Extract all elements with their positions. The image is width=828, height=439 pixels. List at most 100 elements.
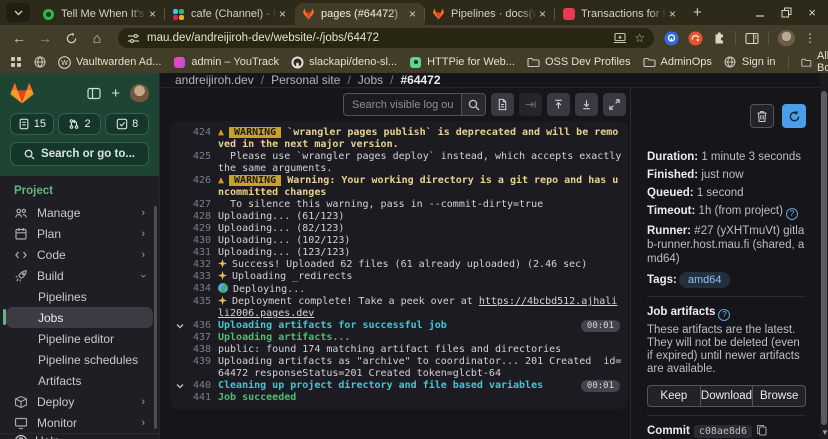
sidebar-item-pipelines[interactable]: Pipelines: [6, 286, 153, 307]
tab-close-icon[interactable]: ×: [147, 7, 158, 21]
sidebar-item-pipeline-editor[interactable]: Pipeline editor: [6, 328, 153, 349]
sidebar-help-button[interactable]: Help: [0, 433, 159, 439]
log-line-number[interactable]: 433: [190, 271, 218, 283]
log-line-number[interactable]: 426: [190, 175, 218, 187]
tab-close-icon[interactable]: ×: [537, 7, 548, 21]
bookmark-6[interactable]: Sign in: [718, 56, 782, 69]
bookmark-5[interactable]: AdminOps: [637, 56, 718, 69]
log-section-header[interactable]: Uploading artifacts for successful job: [218, 320, 447, 331]
sidebar-item-manage[interactable]: Manage›: [6, 202, 153, 223]
log-line-number[interactable]: 429: [190, 223, 218, 235]
send-to-device-icon[interactable]: [613, 32, 627, 44]
browser-profile-avatar[interactable]: [778, 30, 795, 47]
tab-search-button[interactable]: [6, 3, 30, 22]
erase-job-log-button[interactable]: [750, 104, 774, 128]
log-line-number[interactable]: 435: [190, 296, 218, 308]
all-bookmarks-button[interactable]: All Bookmarks: [788, 50, 828, 74]
log-line-number[interactable]: 439: [190, 356, 218, 368]
log-search-input[interactable]: [343, 93, 461, 116]
sidebar-item-artifacts[interactable]: Artifacts: [6, 370, 153, 391]
back-button[interactable]: ←: [8, 30, 30, 46]
artifacts-help-icon[interactable]: ?: [718, 309, 730, 321]
fullscreen-button[interactable]: [603, 93, 626, 116]
log-line-number[interactable]: 424: [190, 127, 218, 139]
bookmark-3[interactable]: HTTPie for Web...: [403, 56, 521, 69]
bookmark-0[interactable]: WVaultwarden Ad...: [52, 56, 167, 69]
log-line-number[interactable]: 434: [190, 283, 218, 295]
wrap-lines-button[interactable]: [519, 93, 542, 116]
sidebar-item-deploy[interactable]: Deploy›: [6, 391, 153, 412]
site-settings-icon[interactable]: [127, 32, 140, 45]
onepassword-extension-icon[interactable]: [664, 31, 679, 46]
breadcrumb-project[interactable]: Personal site: [271, 73, 340, 87]
scrollbar-down-arrow[interactable]: ▼: [821, 428, 828, 437]
browser-tab-3[interactable]: Pipelines · docs(website):×: [425, 3, 555, 25]
gitlab-logo[interactable]: [10, 82, 34, 104]
tab-close-icon[interactable]: ×: [667, 7, 678, 21]
counter-todos[interactable]: 8: [105, 113, 149, 135]
browser-menu-icon[interactable]: ⋮: [804, 31, 816, 45]
show-raw-log-button[interactable]: [491, 93, 514, 116]
collapse-section-icon[interactable]: [170, 380, 190, 391]
download-button[interactable]: Download: [700, 385, 754, 407]
close-window-button[interactable]: ×: [808, 5, 816, 20]
sidebar-toggle-icon[interactable]: [87, 87, 101, 100]
bookmark-2[interactable]: slackapi/deno-sl...: [285, 56, 403, 69]
breadcrumb-group[interactable]: andreijiroh.dev: [175, 73, 254, 87]
browser-tab-4[interactable]: Transactions for High Sea×: [555, 3, 685, 25]
tab-close-icon[interactable]: ×: [277, 7, 288, 21]
address-bar[interactable]: mau.dev/andreijiroh-dev/website/-/jobs/6…: [118, 28, 654, 48]
restore-button[interactable]: [781, 7, 792, 18]
sidebar-item-build[interactable]: Build›: [6, 265, 153, 286]
page-scrollbar-thumb[interactable]: [821, 91, 827, 425]
timeout-help-icon[interactable]: ?: [786, 208, 798, 220]
globe-icon[interactable]: [34, 56, 46, 69]
log-line-number[interactable]: 431: [190, 247, 218, 259]
browser-tab-2[interactable]: pages (#64472) · Jobs · an×: [295, 3, 425, 25]
create-new-icon[interactable]: +: [111, 85, 120, 102]
sidebar-item-pipeline-schedules[interactable]: Pipeline schedules: [6, 349, 153, 370]
browser-tab-1[interactable]: cafe (Channel) - Hack Club×: [165, 3, 295, 25]
orange-extension-icon[interactable]: [688, 31, 703, 46]
scroll-to-bottom-button[interactable]: [575, 93, 598, 116]
home-button[interactable]: ⌂: [86, 30, 108, 46]
scroll-to-top-button[interactable]: [547, 93, 570, 116]
sidebar-item-plan[interactable]: Plan›: [6, 223, 153, 244]
browse-button[interactable]: Browse: [752, 385, 806, 407]
extensions-puzzle-icon[interactable]: [712, 31, 726, 45]
sidebar-item-code[interactable]: Code›: [6, 244, 153, 265]
keep-button[interactable]: Keep: [647, 385, 701, 407]
sidebar-item-monitor[interactable]: Monitor›: [6, 412, 153, 433]
log-line-number[interactable]: 440: [190, 380, 218, 392]
counter-merge-requests[interactable]: 2: [58, 113, 102, 135]
bookmark-1[interactable]: admin – YouTrack: [167, 56, 285, 69]
copy-commit-icon[interactable]: [756, 424, 767, 436]
collapse-section-icon[interactable]: [170, 320, 190, 331]
url-text[interactable]: mau.dev/andreijiroh-dev/website/-/jobs/6…: [147, 32, 606, 44]
breadcrumb-jobs[interactable]: Jobs: [358, 73, 383, 87]
tag-badge[interactable]: amd64: [679, 272, 731, 288]
counter-issues[interactable]: 15: [10, 113, 54, 135]
log-section-header[interactable]: Cleaning up project directory and file b…: [218, 380, 543, 391]
tab-close-icon[interactable]: ×: [407, 7, 418, 21]
forward-button[interactable]: →: [34, 30, 56, 46]
retry-job-button[interactable]: [782, 104, 806, 128]
bookmark-star-icon[interactable]: ☆: [634, 31, 645, 45]
log-line-number[interactable]: 427: [190, 199, 218, 211]
log-line-number[interactable]: 436: [190, 320, 218, 332]
side-panel-icon[interactable]: [745, 32, 759, 45]
log-line-number[interactable]: 441: [190, 392, 218, 404]
log-line-number[interactable]: 432: [190, 259, 218, 271]
new-tab-button[interactable]: +: [693, 4, 702, 21]
log-line-number[interactable]: 425: [190, 151, 218, 163]
browser-tab-0[interactable]: Tell Me When It's Too Late×: [35, 3, 165, 25]
log-line-number[interactable]: 428: [190, 211, 218, 223]
sidebar-scrollbar[interactable]: [154, 206, 157, 429]
log-line-number[interactable]: 438: [190, 344, 218, 356]
log-line-number[interactable]: 437: [190, 332, 218, 344]
apps-grid-icon[interactable]: [10, 56, 22, 68]
log-search-icon[interactable]: [461, 93, 486, 116]
gitlab-user-avatar[interactable]: [130, 84, 149, 103]
log-line-number[interactable]: 430: [190, 235, 218, 247]
gitlab-search-button[interactable]: Search or go to...: [10, 142, 149, 166]
